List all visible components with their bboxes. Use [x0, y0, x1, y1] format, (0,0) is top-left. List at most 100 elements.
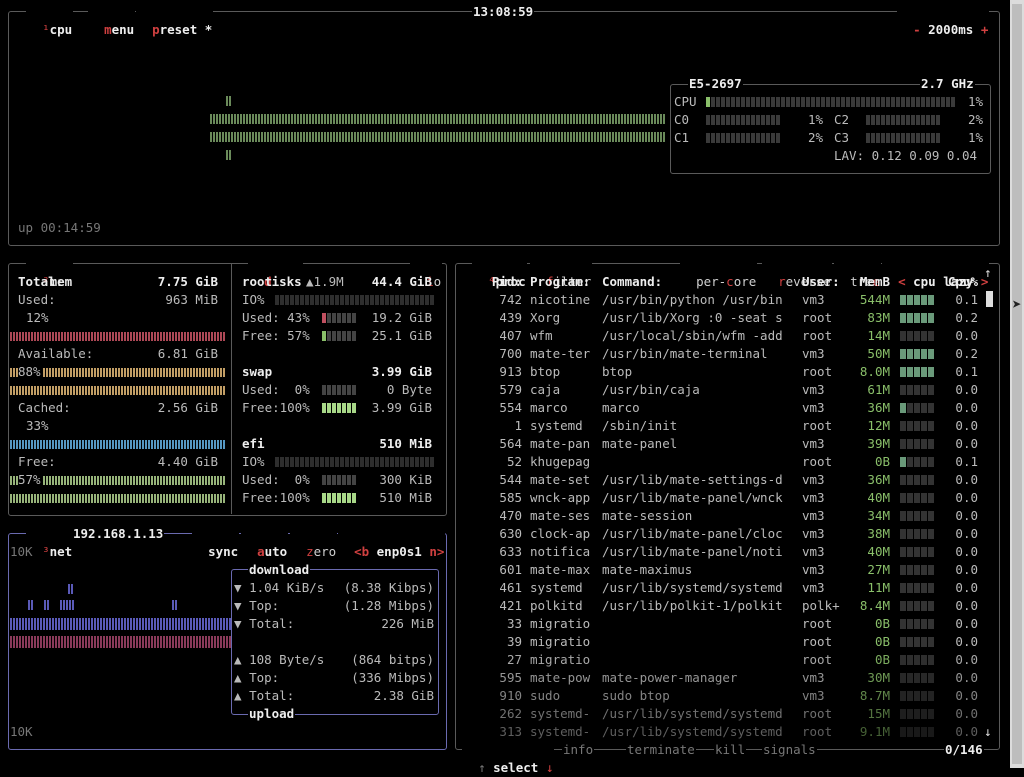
signals-button[interactable]: signals — [762, 741, 817, 759]
net-sync-toggle[interactable]: sync — [192, 525, 240, 561]
proc-row[interactable]: 579 caja/usr/bin/caja vm3 61M 0.0 — [458, 381, 996, 399]
meter-segment — [896, 133, 900, 143]
proc-row[interactable]: 461 systemd/usr/lib/systemd/systemd vm3 11M… — [458, 579, 996, 597]
meter-segment — [395, 457, 399, 467]
proc-scroll-down[interactable]: ↓ — [984, 723, 992, 741]
proc-row[interactable]: 630 clock-ap/usr/lib/mate-panel/cloc vm3 38… — [458, 525, 996, 543]
header-program[interactable]: Program: — [530, 273, 590, 291]
meter-segment — [726, 133, 730, 143]
proc-row[interactable]: 33 migratio root 0B 0.0 — [458, 615, 996, 633]
proc-cell-cpu: 0.0 — [955, 634, 978, 649]
meter-segment — [866, 133, 870, 143]
disk-efi-free-meter — [322, 493, 356, 503]
net-graph-mark — [10, 618, 232, 630]
proc-cell-cpu: 0.2 — [955, 346, 978, 361]
proc-row[interactable]: 910 sudo sudo btop vm3 8.7M 0.0 — [458, 687, 996, 705]
header-mem[interactable]: MemB — [854, 273, 890, 291]
interval-increase[interactable]: + — [981, 22, 989, 37]
proc-row[interactable]: 439 Xorg/usr/lib/Xorg :0 -seat s root 83M 0.… — [458, 309, 996, 327]
meter-segment — [325, 457, 329, 467]
cpu-total-meter — [706, 97, 955, 107]
meter-segment — [721, 97, 725, 107]
terminate-button[interactable]: terminate — [626, 741, 696, 759]
dl-top-label: Top: — [249, 598, 280, 613]
meter-segment — [914, 295, 920, 305]
proc-row[interactable]: 407 wfm/usr/local/sbin/wfm -add root 14M 0.0 — [458, 327, 996, 345]
meter-segment — [928, 565, 934, 575]
meter-segment — [711, 133, 715, 143]
net-zero-toggle[interactable]: zero — [290, 525, 338, 561]
net-interface-selector[interactable]: <b enp0s1 n> — [338, 525, 446, 561]
proc-row[interactable]: 913 btop btop root 8.0M 0.1 — [458, 363, 996, 381]
interval-decrease[interactable]: - — [913, 22, 921, 37]
proc-scroll-up[interactable]: ↑ — [984, 264, 992, 282]
meter-segment — [941, 97, 945, 107]
proc-row[interactable]: 52 khugepag root 0B 0.1 — [458, 453, 996, 471]
next-interface-button[interactable]: n> — [429, 544, 444, 559]
header-command[interactable]: Command: — [602, 273, 662, 291]
meter-segment — [871, 133, 875, 143]
proc-row[interactable]: 313 systemd- /usr/lib/systemd/systemd root 9… — [458, 723, 996, 741]
proc-row[interactable]: 564 mate-pan mate-panel vm3 39M 0.0 — [458, 435, 996, 453]
proc-row[interactable]: 585 wnck-app/usr/lib/mate-panel/wnck vm3 40… — [458, 489, 996, 507]
load-average: LAV: 0.12 0.09 0.04 — [834, 147, 977, 165]
proc-row[interactable]: 601 mate-max mate-maximus vm3 27M 0.0 — [458, 561, 996, 579]
proc-row[interactable]: 595 mate-pow mate-power-manager vm3 30M 0.0 — [458, 669, 996, 687]
window-scrollbar-thumb[interactable] — [1012, 4, 1022, 764]
proc-row[interactable]: 633 notifica/usr/lib/mate-panel/noti vm3 40… — [458, 543, 996, 561]
disk-root-speed: ▲1.9M — [306, 274, 344, 289]
proc-row[interactable]: 554 marco marco vm3 36M 0.0 — [458, 399, 996, 417]
net-auto-toggle[interactable]: auto — [241, 525, 289, 561]
proc-cell-program: mate-ter — [530, 346, 591, 361]
proc-row[interactable]: 262 systemd- /usr/lib/systemd/systemd root 1… — [458, 705, 996, 723]
kill-button[interactable]: kill — [714, 741, 747, 759]
meter-segment — [330, 295, 334, 305]
proc-row[interactable]: 39 migratio root 0B 0.0 — [458, 633, 996, 651]
meter-segment — [900, 529, 906, 539]
proc-cell-command: /usr/lib/mate-panel/noti — [602, 544, 783, 559]
clock: 13:08:59 — [472, 3, 535, 21]
meter-segment — [347, 313, 351, 323]
header-user[interactable]: User: — [802, 273, 840, 291]
proc-cell-pid: 470 — [499, 508, 522, 523]
meter-segment — [347, 493, 351, 503]
core-label-c3: C3 — [834, 130, 850, 145]
cpu-box-title[interactable]: ¹cpu — [26, 3, 74, 39]
meter-segment — [900, 493, 906, 503]
prev-interface-button[interactable]: <b — [354, 544, 369, 559]
meter-segment — [928, 547, 934, 557]
proc-row[interactable]: 742 nicotine/usr/bin/python /usr/bin vm3 54… — [458, 291, 996, 309]
meter-segment — [726, 97, 730, 107]
proc-cell-mem: 544M — [859, 292, 890, 307]
net-box-title[interactable]: ³net — [26, 525, 74, 561]
preset-hotkey: p — [152, 22, 160, 37]
proc-row[interactable]: 421 polkitd/usr/lib/polkit-1/polkit polk+ 8… — [458, 597, 996, 615]
disk-root-used-meter — [322, 313, 356, 323]
header-cpu[interactable]: Cpu% — [944, 273, 978, 291]
proc-scrollbar-thumb[interactable] — [986, 291, 993, 307]
menu-button[interactable]: menu — [88, 3, 136, 39]
meter-segment — [921, 727, 927, 737]
proc-row[interactable]: 27 migratio root 0B 0.0 — [458, 651, 996, 669]
meter-segment — [928, 385, 934, 395]
proc-cell-command: /usr/lib/systemd/systemd — [602, 580, 783, 595]
header-pid[interactable]: Pid: — [458, 273, 522, 291]
meter-segment — [721, 133, 725, 143]
preset-button[interactable]: preset * — [136, 3, 214, 39]
mem-free-value: 4.40 GiB — [157, 454, 218, 469]
proc-row[interactable]: 700 mate-ter/usr/bin/mate-terminal vm3 50M 0… — [458, 345, 996, 363]
proc-row[interactable]: 470 mate-ses mate-session vm3 34M 0.0 — [458, 507, 996, 525]
meter-segment — [332, 475, 336, 485]
meter-segment — [327, 331, 331, 341]
interval-control[interactable]: - 2000ms + — [897, 3, 990, 39]
meter-segment — [350, 457, 354, 467]
proc-cell-pid: 1 — [514, 418, 522, 433]
proc-row[interactable]: 544 mate-set/usr/lib/mate-settings-d vm3 36… — [458, 471, 996, 489]
meter-segment — [921, 709, 927, 719]
meter-segment — [831, 97, 835, 107]
disk-swap-free-meter — [322, 403, 356, 413]
info-button[interactable]: info — [562, 741, 595, 759]
meter-segment — [916, 133, 920, 143]
proc-cell-mem: 15M — [867, 706, 890, 721]
proc-row[interactable]: 1 systemd/sbin/init root 12M 0.0 — [458, 417, 996, 435]
